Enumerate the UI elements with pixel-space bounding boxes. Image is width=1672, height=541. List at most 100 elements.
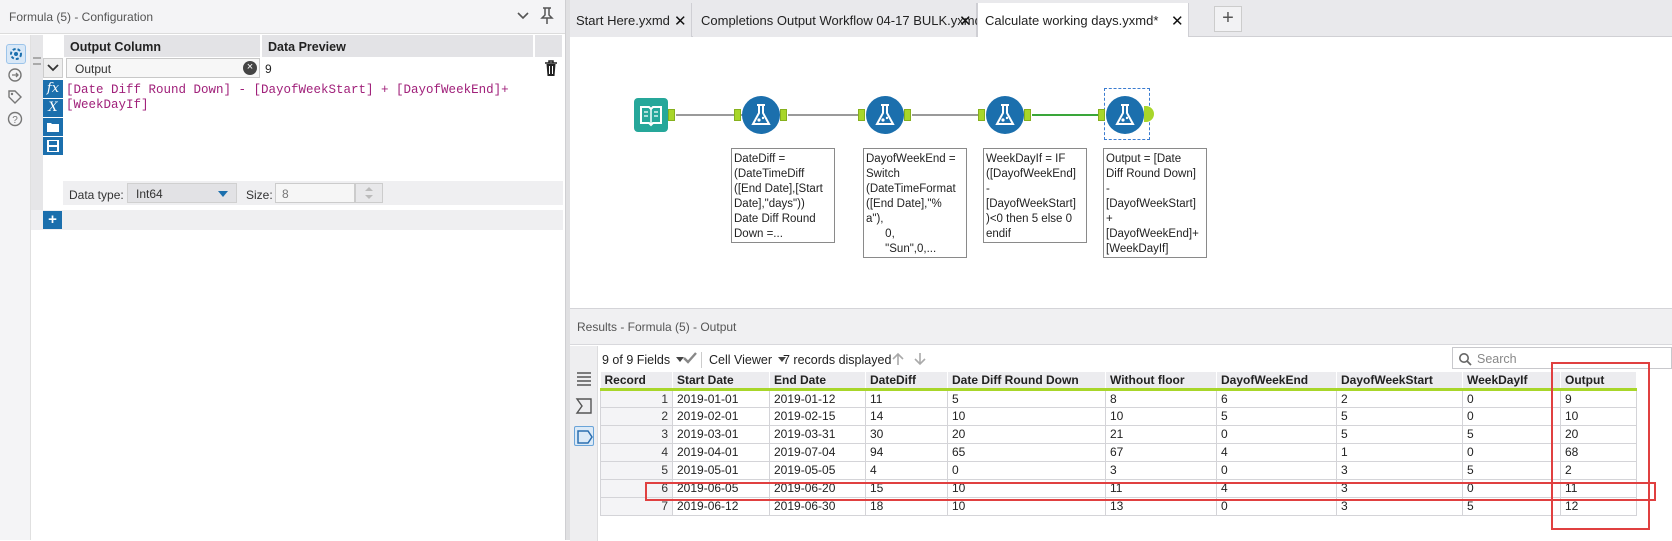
table-row[interactable]: 1 2019-01-01 2019-01-12 11 5 8 6 2 0 9 [600, 388, 1637, 408]
add-tab-button[interactable]: + [1214, 6, 1242, 32]
table-cell[interactable]: 2019-02-01 [672, 406, 770, 426]
table-cell[interactable]: 5 [1336, 406, 1463, 426]
table-cell[interactable]: 0 [947, 460, 1106, 480]
open-folder-icon[interactable] [43, 118, 63, 136]
output-anchor[interactable] [904, 109, 911, 121]
table-cell[interactable]: 5 [1336, 424, 1463, 444]
table-row[interactable]: 5 2019-05-01 2019-05-05 4 0 3 0 3 5 2 [600, 460, 1637, 480]
variables-icon[interactable]: X [43, 99, 63, 117]
record-number[interactable]: 2 [600, 406, 673, 426]
trash-icon[interactable] [543, 59, 559, 77]
table-row[interactable]: 3 2019-03-01 2019-03-31 30 20 21 0 5 5 20 [600, 424, 1637, 444]
formula-tool-icon[interactable] [742, 96, 780, 134]
table-cell[interactable]: 2019-03-01 [672, 424, 770, 444]
close-icon[interactable]: ✕ [1171, 12, 1184, 30]
table-cell[interactable]: 0 [1216, 424, 1337, 444]
table-row[interactable]: 2 2019-02-01 2019-02-15 14 10 10 5 5 0 10 [600, 406, 1637, 426]
formula-tool-icon[interactable] [866, 96, 904, 134]
record-number[interactable]: 4 [600, 442, 673, 462]
size-field[interactable]: 8 [275, 183, 355, 203]
column-header[interactable]: DayofWeekStart [1336, 372, 1463, 391]
tab-completions-output[interactable]: Completions Output Workflow 04-17 BULK.y… [693, 3, 982, 37]
close-icon[interactable]: ✕ [959, 12, 972, 30]
table-cell[interactable]: 65 [947, 442, 1106, 462]
data-type-select[interactable]: Int64 [127, 183, 237, 203]
column-header[interactable]: End Date [769, 372, 866, 391]
record-number[interactable]: 5 [600, 460, 673, 480]
table-cell[interactable]: 2 [1336, 388, 1463, 408]
table-cell[interactable]: 5 [1462, 424, 1561, 444]
chevron-down-icon[interactable] [516, 8, 532, 24]
expression-editor[interactable]: [Date Diff Round Down] - [DayofWeekStart… [66, 83, 546, 178]
table-cell[interactable]: 0 [1462, 406, 1561, 426]
arrow-down-icon[interactable] [912, 351, 928, 370]
table-cell[interactable]: 4 [865, 460, 948, 480]
output-anchor[interactable] [780, 109, 787, 121]
table-cell[interactable]: 11 [865, 388, 948, 408]
save-icon[interactable] [43, 137, 63, 155]
add-formula-button[interactable]: + [43, 211, 62, 229]
column-header[interactable]: DateDiff [865, 372, 948, 391]
table-cell[interactable]: 2019-01-01 [672, 388, 770, 408]
table-cell[interactable]: 3 [1336, 460, 1463, 480]
table-cell[interactable]: 20 [947, 424, 1106, 444]
table-cell[interactable]: 2019-05-05 [769, 460, 866, 480]
metadata-tag-icon[interactable] [574, 426, 594, 446]
arrow-up-icon[interactable] [890, 351, 906, 370]
tab-calculate-working-days[interactable]: Calculate working days.yxmd* ✕ [977, 3, 1189, 37]
collapse-row-button[interactable] [43, 58, 63, 78]
table-cell[interactable]: 2019-05-01 [672, 460, 770, 480]
connection-icon[interactable] [6, 66, 26, 86]
tab-start-here[interactable]: Start Here.yxmd ✕ [570, 3, 692, 37]
record-number[interactable]: 1 [600, 388, 673, 408]
workflow-canvas[interactable]: DateDiff = (DateTimeDiff ([End Date],[St… [570, 38, 1672, 306]
table-cell[interactable]: 14 [865, 406, 948, 426]
table-cell[interactable]: 10 [947, 406, 1106, 426]
table-cell[interactable]: 8 [1105, 388, 1217, 408]
table-row[interactable]: 4 2019-04-01 2019-07-04 94 65 67 4 1 0 68 [600, 442, 1637, 462]
table-cell[interactable]: 2019-02-15 [769, 406, 866, 426]
cell-viewer-selector[interactable]: Cell Viewer [709, 353, 786, 367]
column-header[interactable]: Without floor [1105, 372, 1217, 391]
clear-icon[interactable]: × [243, 61, 257, 75]
table-cell[interactable]: 6 [1216, 388, 1337, 408]
formula-tool-icon[interactable] [986, 96, 1024, 134]
table-cell[interactable]: 4 [1216, 442, 1337, 462]
table-cell[interactable]: 3 [1105, 460, 1217, 480]
input-anchor[interactable] [978, 109, 985, 121]
pin-icon[interactable] [538, 6, 556, 26]
column-header[interactable]: Record [600, 372, 673, 391]
table-cell[interactable]: 10 [1105, 406, 1217, 426]
table-cell[interactable]: 5 [1216, 406, 1337, 426]
table-cell[interactable]: 94 [865, 442, 948, 462]
formula-tool-icon[interactable] [1106, 96, 1144, 134]
table-cell[interactable]: 2019-01-12 [769, 388, 866, 408]
output-anchor[interactable] [668, 109, 675, 121]
table-cell[interactable]: 21 [1105, 424, 1217, 444]
table-cell[interactable]: 1 [1336, 442, 1463, 462]
close-icon[interactable]: ✕ [674, 12, 687, 30]
table-cell[interactable]: 67 [1105, 442, 1217, 462]
size-stepper[interactable] [355, 183, 383, 203]
column-header[interactable]: DayofWeekEnd [1216, 372, 1337, 391]
output-anchor[interactable] [1024, 109, 1031, 121]
gear-icon[interactable] [6, 44, 26, 64]
output-anchor[interactable] [1144, 106, 1154, 122]
table-cell[interactable]: 2019-04-01 [672, 442, 770, 462]
input-anchor[interactable] [858, 109, 865, 121]
column-header[interactable]: Start Date [672, 372, 770, 391]
column-header[interactable]: Date Diff Round Down [947, 372, 1106, 391]
table-cell[interactable]: 2019-03-31 [769, 424, 866, 444]
output-column-field[interactable]: Output [66, 58, 260, 78]
function-icon[interactable]: fx [43, 80, 63, 98]
table-cell[interactable]: 5 [947, 388, 1106, 408]
table-cell[interactable]: 30 [865, 424, 948, 444]
messages-icon[interactable] [574, 396, 594, 416]
table-cell[interactable]: 0 [1216, 460, 1337, 480]
help-icon[interactable]: ? [6, 110, 26, 130]
drag-handle-icon[interactable] [33, 57, 41, 65]
input-data-tool[interactable] [634, 98, 668, 132]
record-number[interactable]: 3 [600, 424, 673, 444]
fields-selector[interactable]: 9 of 9 Fields [602, 353, 685, 367]
tag-icon[interactable] [6, 88, 26, 108]
